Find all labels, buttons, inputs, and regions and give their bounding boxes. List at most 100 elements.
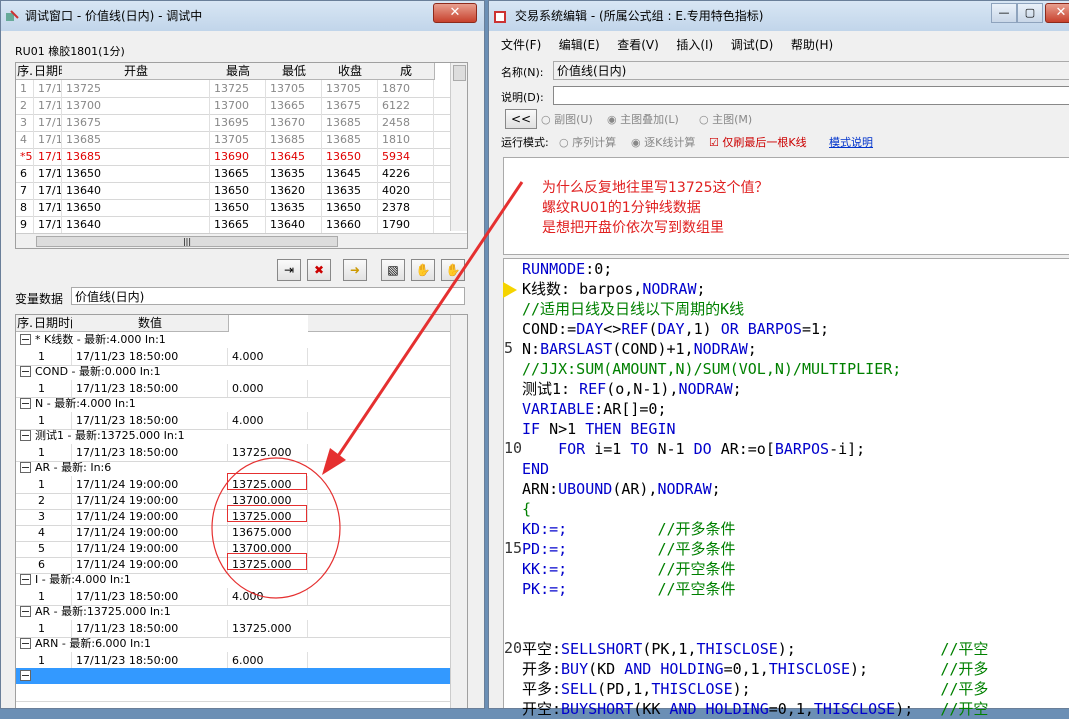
table-cell: 13665: [210, 165, 266, 182]
table-cell: 13645: [266, 148, 322, 165]
editor-app-icon: [494, 11, 506, 23]
var-column-header[interactable]: 数值: [72, 315, 229, 332]
menu-help[interactable]: 帮助(H): [791, 38, 833, 52]
quote-column-header[interactable]: 日期时间: [34, 63, 82, 80]
close-icon[interactable]: ✕: [433, 3, 477, 23]
var-group-header[interactable]: * K线数 - 最新:4.000 In:1: [16, 332, 451, 348]
table-row[interactable]: 217/11/23 18:47:001370013700136651367561…: [16, 97, 451, 115]
radio-per-bar[interactable]: ◉ 逐K线计算: [631, 134, 695, 150]
quote-column-header[interactable]: 最低: [266, 63, 323, 80]
var-group-header[interactable]: COND - 最新:0.000 In:1: [16, 364, 451, 380]
var-source-field[interactable]: 价值线(日内): [71, 287, 465, 305]
quote-column-header[interactable]: 序.: [16, 63, 35, 80]
collapse-icon[interactable]: [20, 573, 31, 585]
collapse-icon[interactable]: [20, 429, 31, 441]
hand-icon[interactable]: ✋: [411, 259, 435, 281]
table-cell: 13635: [266, 165, 322, 182]
hand-stop-icon[interactable]: ✋: [441, 259, 465, 281]
collapse-icon[interactable]: [20, 605, 31, 617]
radio-subchart[interactable]: ○ 副图(U): [541, 111, 593, 127]
table-row[interactable]: 117/11/23 18:46:001372513725137051370518…: [16, 80, 451, 98]
menu-edit[interactable]: 编辑(E): [559, 38, 600, 52]
radio-series[interactable]: ○ 序列计算: [559, 134, 616, 150]
stop-icon[interactable]: ✖: [307, 259, 331, 281]
table-cell: 13725.000: [228, 444, 308, 461]
annotation-line-2: 螺纹RU01的1分钟线数据: [542, 200, 701, 216]
table-row[interactable]: *517/11/23 18:50:00136851369013645136505…: [16, 148, 451, 166]
table-row[interactable]: 617/11/23 18:51:001365013665136351364542…: [16, 165, 451, 183]
quote-column-header[interactable]: 收盘: [322, 63, 379, 80]
var-group-header[interactable]: 测试1 - 最新:13725.000 In:1: [16, 428, 451, 444]
name-field[interactable]: 价值线(日内): [553, 61, 1069, 80]
radio-mainchart[interactable]: ○ 主图(M): [699, 111, 752, 127]
var-group-header[interactable]: AR - 最新:13725.000 In:1: [16, 604, 451, 620]
collapse-button[interactable]: <<: [505, 109, 537, 129]
radio-main-overlay[interactable]: ◉ 主图叠加(L): [607, 111, 679, 127]
table-cell-blank: [308, 652, 451, 669]
quote-column-header[interactable]: 最高: [210, 63, 267, 80]
var-group-header[interactable]: N - 最新:4.000 In:1: [16, 396, 451, 412]
run-arrow-icon[interactable]: ➜: [343, 259, 367, 281]
code-keyword: AND: [624, 660, 652, 678]
table-cell-blank: [308, 620, 451, 637]
var-column-header[interactable]: 日期时间: [34, 315, 82, 332]
var-group-title: 测试1 - 最新:13725.000 In:1: [35, 429, 185, 442]
table-cell: 6.000: [228, 652, 308, 669]
code-line: {: [522, 500, 532, 518]
debug-app-icon: [6, 10, 19, 21]
minimize-icon[interactable]: —: [991, 3, 1017, 23]
vertical-scrollbar[interactable]: [450, 63, 467, 231]
var-group-header[interactable]: ARN - 最新:6.000 In:1: [16, 636, 451, 652]
collapse-icon[interactable]: [20, 333, 31, 345]
code-keyword: OR: [720, 320, 739, 338]
table-cell: 13675.000: [228, 524, 308, 541]
horizontal-scrollbar[interactable]: |||: [16, 233, 467, 248]
step-into-icon[interactable]: ⇥: [277, 259, 301, 281]
var-group-header[interactable]: I - 最新:4.000 In:1: [16, 572, 451, 588]
table-row[interactable]: 417/11/23 18:49:001368513705136851368518…: [16, 131, 451, 149]
collapse-icon[interactable]: [20, 637, 31, 649]
collapse-icon[interactable]: [20, 365, 31, 377]
var-group-title: COND - 最新:0.000 In:1: [35, 365, 161, 378]
desc-field[interactable]: [553, 86, 1069, 105]
code-line: KK:=; //开空条件: [522, 560, 736, 578]
quote-column-header[interactable]: 开盘: [62, 63, 211, 80]
menu-file[interactable]: 文件(F): [501, 38, 541, 52]
quote-column-header[interactable]: 成: [378, 63, 435, 80]
radio-main-overlay-label: 主图叠加(L): [620, 113, 679, 126]
annotation-line-1: 为什么反复地往里写13725这个值？: [542, 180, 769, 196]
code-line: KD:=; //开多条件: [522, 520, 736, 538]
table-cell: 1: [34, 652, 72, 669]
table-row[interactable]: 717/11/23 18:52:001364013650136201363540…: [16, 182, 451, 200]
description-panel: 为什么反复地往里写13725这个值？ 螺纹RU01的1分钟线数据 是想把开盘价依…: [503, 157, 1069, 255]
collapse-icon[interactable]: [20, 397, 31, 409]
table-cell: 13640: [62, 216, 210, 233]
maximize-icon[interactable]: ▢: [1017, 3, 1043, 23]
close-icon[interactable]: ✕: [1045, 3, 1069, 23]
table-cell: 17/11/24 19:00:00: [72, 540, 228, 557]
menu-insert[interactable]: 插入(I): [676, 38, 713, 52]
code-line: 测试1: REF(o,N-1),NODRAW;: [522, 380, 742, 398]
collapse-icon[interactable]: [20, 669, 31, 681]
table-cell: 2458: [378, 114, 434, 131]
table-cell: 13640: [62, 182, 210, 199]
table-row[interactable]: [16, 684, 451, 702]
var-column-header[interactable]: 序.: [16, 315, 35, 332]
table-row[interactable]: 317/11/23 18:48:001367513695136701368524…: [16, 114, 451, 132]
code-line: COND:=DAY<>REF(DAY,1) OR BARPOS=1;: [522, 320, 830, 338]
menu-view[interactable]: 查看(V): [617, 38, 659, 52]
debug-window-titlebar: 调试窗口 - 价值线(日内) - 调试中 ✕: [1, 1, 484, 31]
chart-icon[interactable]: ▧: [381, 259, 405, 281]
vertical-scrollbar[interactable]: [450, 315, 467, 708]
table-row[interactable]: 917/11/23 18:54:001364013665136401366017…: [16, 216, 451, 234]
var-group-header[interactable]: [16, 668, 451, 684]
code-comment: //平多条件: [657, 540, 736, 558]
code-line: //适用日线及日线以下周期的K线: [522, 300, 745, 318]
checkbox-last-bar[interactable]: ☑ 仅刷最后一根K线: [709, 134, 807, 150]
mode-help-link[interactable]: 模式说明: [829, 134, 873, 150]
menu-debug[interactable]: 调试(D): [731, 38, 774, 52]
collapse-icon[interactable]: [20, 461, 31, 473]
radio-mainchart-label: 主图(M): [712, 113, 753, 126]
code-line: IF N>1 THEN BEGIN: [522, 420, 676, 438]
table-row[interactable]: 817/11/23 18:53:001365013650136351365023…: [16, 199, 451, 217]
